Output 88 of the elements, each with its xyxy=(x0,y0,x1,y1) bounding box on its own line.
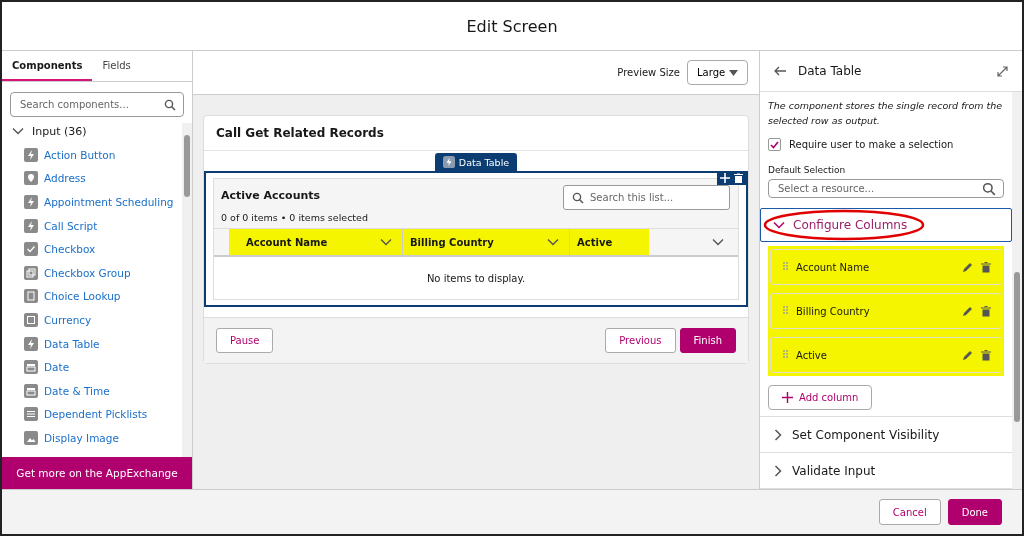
delete-icon[interactable] xyxy=(981,261,991,273)
component-link[interactable]: Appointment Scheduling xyxy=(44,196,174,208)
help-text: The component stores the single record from the selected row as output. xyxy=(767,99,1004,128)
calendar-icon xyxy=(24,383,38,398)
square-icon xyxy=(24,312,38,327)
column-header[interactable]: Active xyxy=(570,229,649,255)
column-item[interactable]: Billing Country xyxy=(770,293,1002,329)
plus-icon xyxy=(782,392,793,403)
column-item[interactable]: Account Name xyxy=(770,249,1002,285)
search-field[interactable]: Search this list... xyxy=(563,185,730,210)
tab[interactable]: Fields xyxy=(92,51,141,81)
chevron-icon xyxy=(774,428,782,441)
component-link[interactable]: Date xyxy=(44,361,70,374)
component-link[interactable]: Call Script xyxy=(44,219,98,232)
component-link[interactable]: Choice Lookup xyxy=(44,290,121,303)
bolt-icon xyxy=(24,336,38,351)
component-link[interactable]: Checkbox xyxy=(44,243,96,256)
table-title: Active Accounts xyxy=(221,189,322,202)
checkbox[interactable] xyxy=(768,138,781,151)
table-summary: 0 of 0 items • 0 items selected xyxy=(221,212,368,223)
window-title: Edit Screen xyxy=(466,16,558,36)
column-header[interactable]: Account Name xyxy=(229,229,403,255)
scrollbar[interactable] xyxy=(1012,92,1022,489)
bolt-icon xyxy=(24,218,38,233)
flow-button[interactable]: Finish xyxy=(679,328,736,353)
section-header[interactable]: Configure Columns xyxy=(760,208,1012,242)
bolt-icon xyxy=(24,147,38,162)
drag-handle-icon[interactable] xyxy=(783,350,788,360)
column-header[interactable]: Billing Country xyxy=(403,229,570,255)
chevron-icon xyxy=(774,464,782,477)
delete-icon[interactable] xyxy=(981,305,991,317)
clipboard-icon xyxy=(24,289,38,304)
component-toolbar[interactable] xyxy=(717,171,746,185)
tab[interactable]: Components xyxy=(2,51,93,81)
component-link[interactable]: Data Table xyxy=(44,337,100,350)
column-item[interactable]: Active xyxy=(770,337,1002,373)
caret-icon xyxy=(729,69,738,76)
chevron-icon xyxy=(12,127,24,135)
preview-size-label: Preview Size xyxy=(617,67,680,78)
empty-message: No items to display. xyxy=(426,272,526,284)
drag-handle-icon[interactable] xyxy=(783,262,788,272)
panel-title: Data Table xyxy=(798,64,863,78)
appexchange-button[interactable]: Get more on the AppExchange xyxy=(2,457,192,489)
search-field[interactable]: Search components... xyxy=(10,92,184,117)
chevron-icon[interactable] xyxy=(380,238,392,246)
group-header[interactable]: Input (36) xyxy=(12,123,182,139)
screen-title: Call Get Related Records xyxy=(216,126,384,140)
resource-field[interactable]: Select a resource... xyxy=(768,179,1004,198)
calendar-icon xyxy=(24,360,38,375)
edit-icon[interactable] xyxy=(962,305,973,317)
component-link[interactable]: Checkbox Group xyxy=(44,266,131,279)
preview-size-select[interactable]: Large xyxy=(687,60,748,85)
flow-button[interactable]: Previous xyxy=(605,328,676,353)
component-link[interactable]: Currency xyxy=(44,313,92,326)
group-icon xyxy=(24,265,38,280)
field-label: Default Selection xyxy=(767,164,847,177)
checkbox-label: Require user to make a selection xyxy=(789,139,954,150)
chevron-icon[interactable] xyxy=(547,238,559,246)
add-column-button[interactable]: Add column xyxy=(768,385,873,410)
back-arrow-icon[interactable] xyxy=(774,66,786,76)
drag-handle-icon[interactable] xyxy=(783,306,788,316)
flow-button[interactable]: Pause xyxy=(216,328,274,353)
edit-icon[interactable] xyxy=(962,261,973,273)
move-icon[interactable] xyxy=(720,173,730,183)
component-link[interactable]: Date & Time xyxy=(44,384,110,397)
scrollbar[interactable] xyxy=(182,123,192,457)
component-link[interactable]: Action Button xyxy=(44,148,116,161)
list-icon xyxy=(24,407,38,422)
bolt-icon xyxy=(442,156,455,168)
delete-icon[interactable] xyxy=(981,349,991,361)
component-badge: Data Table xyxy=(434,153,518,171)
component-link[interactable]: Dependent Picklists xyxy=(44,408,148,421)
component-link[interactable]: Display Image xyxy=(44,431,119,444)
pin-icon xyxy=(24,171,38,186)
chevron-icon xyxy=(773,221,785,229)
selected-component[interactable]: Active Accounts 0 of 0 items • 0 items selected Search this list... Account Name Billing Country Active No items to display. xyxy=(204,171,748,307)
delete-icon[interactable] xyxy=(734,173,743,183)
image-icon xyxy=(24,430,38,445)
chevron-icon[interactable] xyxy=(712,238,724,246)
footer-button[interactable]: Done xyxy=(947,499,1002,525)
check-icon xyxy=(24,242,38,257)
search-icon xyxy=(982,181,996,196)
footer-button[interactable]: Cancel xyxy=(878,499,941,525)
edit-icon[interactable] xyxy=(962,349,973,361)
bolt-icon xyxy=(24,195,38,209)
expand-icon[interactable] xyxy=(997,65,1008,77)
component-link[interactable]: Address xyxy=(44,172,86,185)
search-icon xyxy=(164,98,176,111)
